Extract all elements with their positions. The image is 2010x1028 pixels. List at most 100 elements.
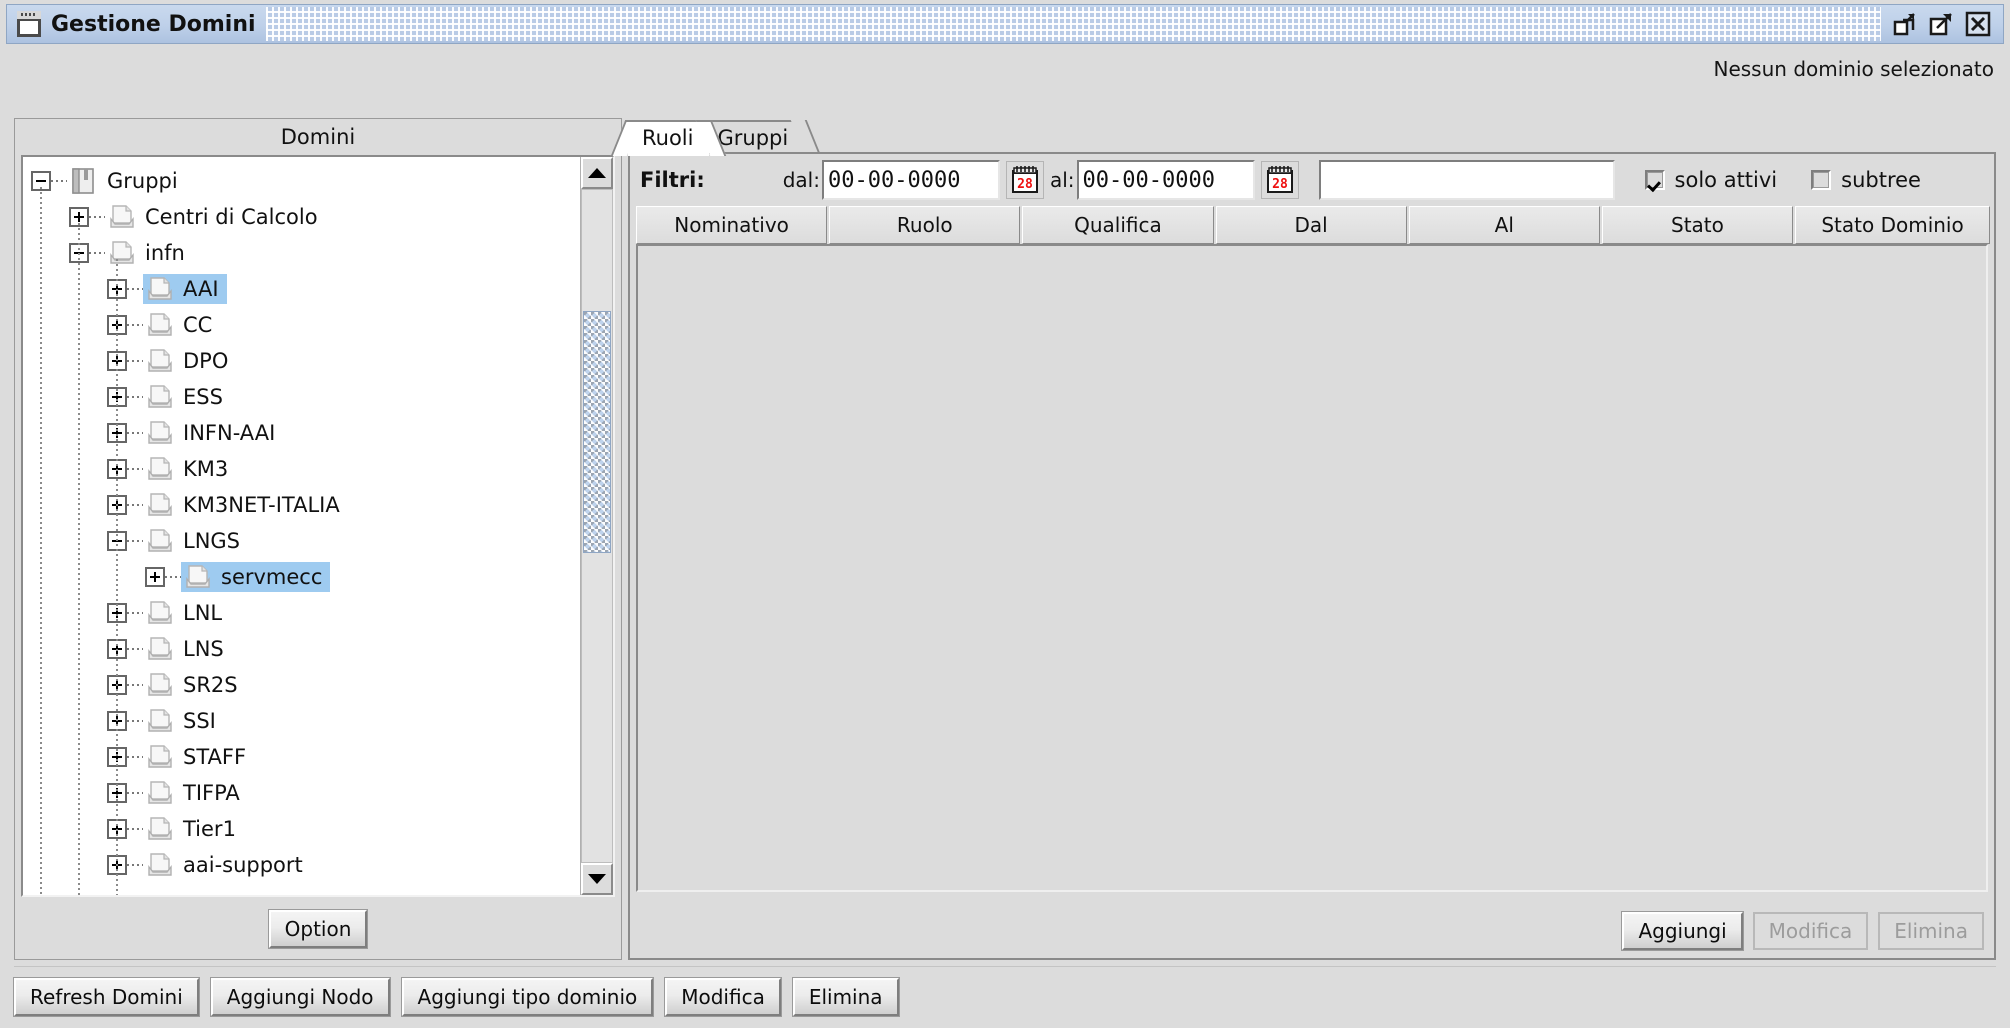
expand-icon[interactable] [145, 567, 165, 587]
tab-ruoli[interactable]: Ruoli [610, 120, 727, 156]
tree-node-content[interactable]: SR2S [143, 670, 246, 700]
tree-node-content[interactable]: ESS [143, 382, 231, 412]
column-header-nominativo[interactable]: Nominativo [636, 206, 828, 244]
tree-node-infn-aai[interactable]: INFN-AAI [23, 415, 580, 451]
tree-node-centri-di-calcolo[interactable]: Centri di Calcolo [23, 199, 580, 235]
tree-node-gruppi[interactable]: Gruppi [23, 163, 580, 199]
tree-connector [127, 720, 143, 722]
tree-node-servmecc[interactable]: servmecc [23, 559, 580, 595]
date-to-label: al: [1049, 168, 1075, 192]
tree-guide-line [40, 187, 42, 895]
checkbox-box[interactable] [1644, 170, 1665, 190]
tree-node-lngs[interactable]: LNGS [23, 523, 580, 559]
checkbox-box[interactable] [1811, 170, 1832, 190]
column-header-stato-dominio[interactable]: Stato Dominio [1795, 206, 1991, 244]
tree-node-label: STAFF [183, 745, 247, 769]
calendar-from-button[interactable]: 28 [1005, 161, 1044, 199]
tree-node-lns[interactable]: LNS [23, 631, 580, 667]
tree-node-cc[interactable]: CC [23, 307, 580, 343]
tree-node-content[interactable]: LNL [143, 598, 230, 628]
close-button[interactable] [1965, 11, 1991, 37]
column-header-dal[interactable]: Dal [1215, 206, 1407, 244]
window-document-icon [17, 11, 41, 37]
tree-node-content[interactable]: Gruppi [67, 165, 186, 197]
checkbox-solo-attivi[interactable]: solo attivi [1644, 168, 1778, 192]
tree-node-content[interactable]: SSI [143, 706, 224, 736]
tree-connector [89, 216, 105, 218]
column-header-qualifica[interactable]: Qualifica [1022, 206, 1214, 244]
modifica-button[interactable]: Modifica [665, 977, 781, 1016]
column-header-label: Al [1494, 213, 1514, 237]
date-from-input[interactable] [821, 160, 1000, 200]
tree-node-content[interactable]: INFN-AAI [143, 418, 283, 448]
tab-strip: Ruoli Gruppi [610, 118, 1996, 156]
column-header-label: Stato Dominio [1821, 213, 1964, 237]
tree-node-content[interactable]: CC [143, 310, 220, 340]
tree-node-km3net-italia[interactable]: KM3NET-ITALIA [23, 487, 580, 523]
tree-node-staff[interactable]: STAFF [23, 739, 580, 775]
search-input[interactable] [1318, 160, 1615, 200]
tree-node-content[interactable]: KM3NET-ITALIA [143, 490, 348, 520]
tree-scroll-area: Gruppi Centri di Calcolo infn AAI CC DPO… [21, 155, 615, 897]
tree-node-label: AAI [183, 277, 219, 301]
option-button[interactable]: Option [268, 910, 368, 948]
tree-node-content[interactable]: STAFF [143, 742, 254, 772]
aggiungi-nodo-button[interactable]: Aggiungi Nodo [210, 977, 390, 1016]
tree-node-content[interactable]: TIFPA [143, 778, 248, 808]
scroll-up-icon[interactable] [581, 157, 613, 189]
table-body[interactable] [636, 244, 1988, 892]
tree-node-content[interactable]: Centri di Calcolo [105, 202, 326, 232]
document-icon [147, 312, 173, 338]
tree-node-tier1[interactable]: Tier1 [23, 811, 580, 847]
tree-node-ssi[interactable]: SSI [23, 703, 580, 739]
date-from-label: dal: [782, 168, 820, 192]
checkbox-subtree[interactable]: subtree [1811, 168, 1921, 192]
scroll-down-icon[interactable] [581, 863, 613, 895]
tab-content-ruoli: Filtri: dal: 28 [628, 152, 1996, 960]
column-header-label: Dal [1294, 213, 1328, 237]
filters-label: Filtri: [640, 168, 705, 192]
tree-vertical-scrollbar[interactable] [580, 157, 613, 895]
tree-node-content[interactable]: LNGS [143, 526, 248, 556]
elimina-button[interactable]: Elimina [792, 977, 899, 1016]
domain-tree[interactable]: Gruppi Centri di Calcolo infn AAI CC DPO… [23, 157, 580, 895]
scrollbar-track[interactable] [581, 189, 613, 863]
tree-node-infn[interactable]: infn [23, 235, 580, 271]
tree-node-ess[interactable]: ESS [23, 379, 580, 415]
column-header-stato[interactable]: Stato [1601, 206, 1794, 244]
tree-node-content[interactable]: Tier1 [143, 814, 244, 844]
tree-node-label: Gruppi [107, 169, 178, 193]
tree-node-km3[interactable]: KM3 [23, 451, 580, 487]
aggiungi-tipo-dominio-button[interactable]: Aggiungi tipo dominio [401, 977, 654, 1016]
tree-node-aai[interactable]: AAI [23, 271, 580, 307]
maximize-button[interactable] [1929, 11, 1955, 37]
tree-node-content[interactable]: infn [105, 238, 193, 268]
tree-node-dpo[interactable]: DPO [23, 343, 580, 379]
refresh-domini-button[interactable]: Refresh Domini [14, 977, 199, 1016]
date-to-input[interactable] [1076, 160, 1255, 200]
tree-node-content[interactable]: AAI [143, 274, 227, 304]
tree-node-content[interactable]: KM3 [143, 454, 236, 484]
column-header-ruolo[interactable]: Ruolo [829, 206, 1021, 244]
aggiungi-button[interactable]: Aggiungi [1622, 912, 1743, 950]
status-text: Nessun dominio selezionato [1713, 57, 1995, 81]
window-title: Gestione Domini [51, 11, 256, 37]
tree-node-aai-support[interactable]: aai-support [23, 847, 580, 883]
checkbox-label: solo attivi [1674, 168, 1778, 192]
tree-node-content[interactable]: DPO [143, 346, 236, 376]
tree-node-label: SSI [183, 709, 216, 733]
tree-node-lnl[interactable]: LNL [23, 595, 580, 631]
title-bar: Gestione Domini [6, 4, 2004, 44]
tree-node-content[interactable]: LNS [143, 634, 232, 664]
tree-node-content[interactable]: servmecc [181, 562, 331, 592]
column-header-al[interactable]: Al [1408, 206, 1600, 244]
tree-connector [127, 324, 143, 326]
tree-node-content[interactable]: aai-support [143, 850, 311, 880]
calendar-to-button[interactable]: 28 [1260, 161, 1299, 199]
modifica-button: Modifica [1752, 912, 1869, 950]
scrollbar-thumb[interactable] [583, 310, 611, 553]
tree-node-sr2s[interactable]: SR2S [23, 667, 580, 703]
tree-node-tifpa[interactable]: TIFPA [23, 775, 580, 811]
restore-button[interactable] [1893, 11, 1919, 37]
tree-connector [89, 252, 105, 254]
